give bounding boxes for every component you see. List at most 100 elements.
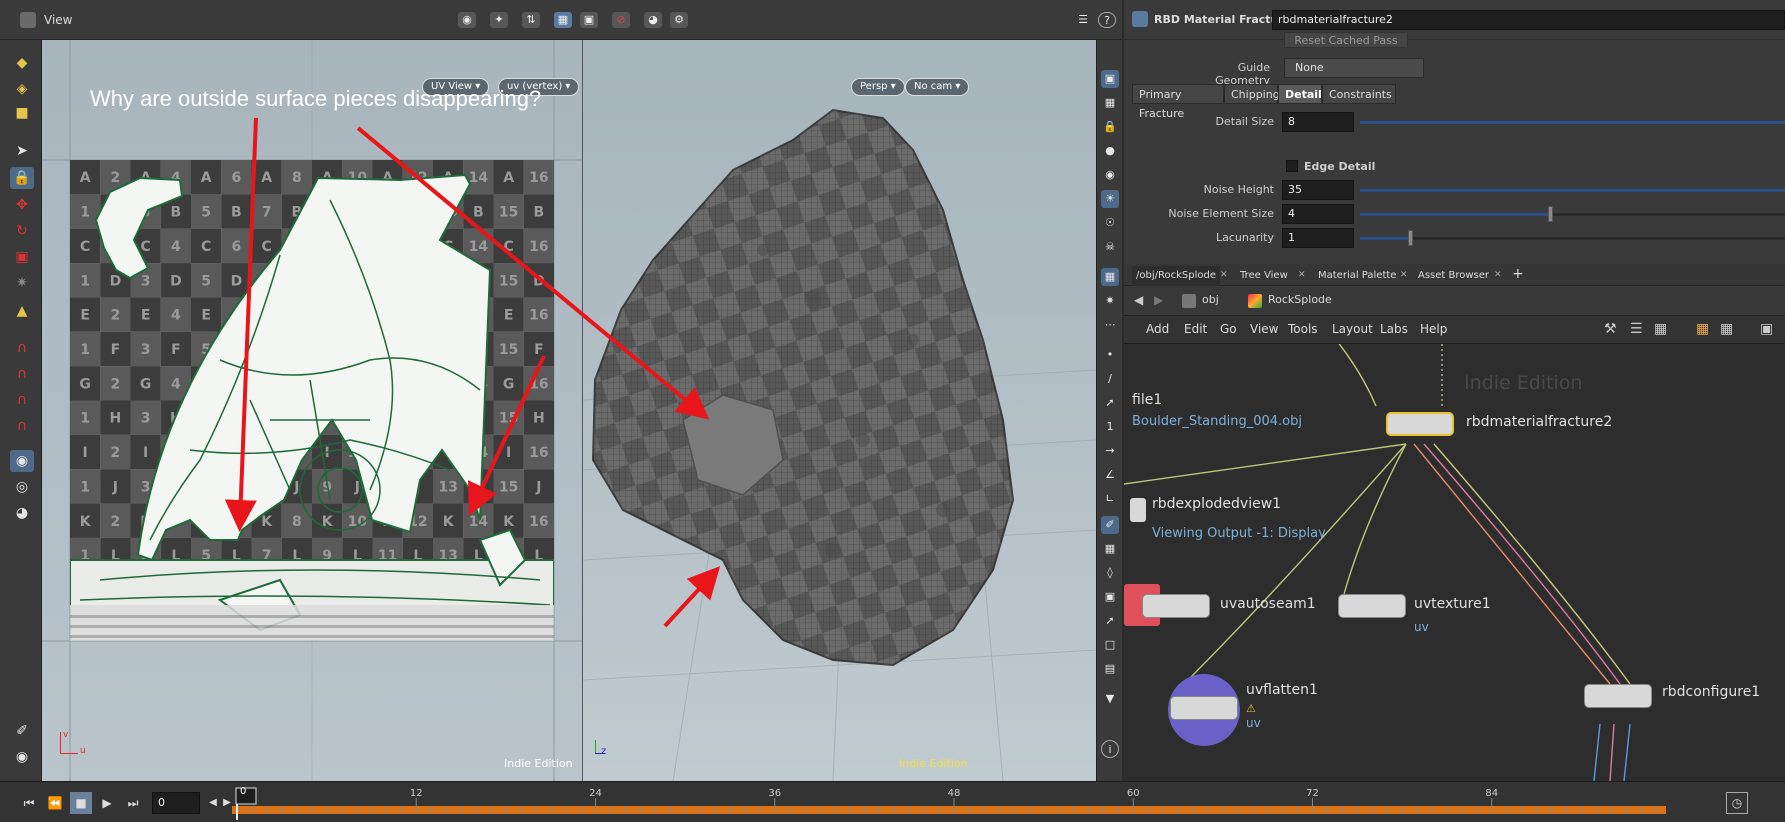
node-uvflatten1[interactable] — [1170, 696, 1238, 720]
node-uvtexture1-label[interactable]: uvtexture1 — [1414, 596, 1491, 612]
skull-icon[interactable]: ☠ — [1101, 238, 1119, 256]
current-frame-field[interactable]: 0 — [152, 792, 200, 814]
tab-primary-fracture[interactable]: Primary Fracture — [1132, 84, 1224, 120]
edge-detail-checkbox[interactable] — [1286, 160, 1298, 172]
menu-view[interactable]: View — [1250, 322, 1278, 336]
checker-icon[interactable]: ▦ — [1101, 540, 1119, 558]
node-rbdexplodedview1-label[interactable]: rbdexplodedview1 — [1152, 496, 1281, 512]
node-rbdconfigure1-label[interactable]: rbdconfigure1 — [1662, 684, 1760, 700]
ghost-icon[interactable]: ● — [1101, 142, 1119, 160]
node-uvtexture1-attr: uv — [1414, 620, 1429, 634]
rocksplode-icon — [1248, 294, 1262, 308]
crop-icon[interactable]: ▣ — [1101, 588, 1119, 606]
timeline-bar: ⏮ ⏪ ■ ▶ ⏭ 0 ◀ ▶ 12 24 36 48 60 72 84 0 ◷ — [0, 781, 1785, 822]
detail-size-label: Detail Size — [1215, 115, 1274, 128]
node-rbdexplodedview1[interactable] — [1130, 498, 1146, 522]
step-back-icon[interactable]: ⏪ — [44, 792, 66, 814]
point-icon[interactable]: • — [1101, 346, 1119, 364]
menu-edit[interactable]: Edit — [1184, 322, 1207, 336]
info-icon[interactable]: i — [1101, 740, 1119, 758]
node-file1-path: Boulder_Standing_004.obj — [1132, 414, 1302, 429]
grid-icon[interactable]: ◊ — [1101, 564, 1119, 582]
corner-icon[interactable]: ∟ — [1101, 490, 1119, 508]
node-rbdmaterialfracture2[interactable] — [1386, 412, 1454, 436]
timeline-ruler[interactable]: 12 24 36 48 60 72 84 — [232, 786, 1666, 820]
stop-icon[interactable]: ■ — [70, 792, 92, 814]
color-palette-icon[interactable]: ▦ — [1696, 321, 1709, 337]
grid-view-icon[interactable]: ▦ — [1720, 321, 1733, 337]
numbers-icon[interactable]: 1 — [1101, 418, 1119, 436]
realtime-toggle-icon[interactable]: ◷ — [1726, 792, 1748, 814]
node-rbdconfigure1[interactable] — [1584, 684, 1652, 708]
lock-view-icon[interactable]: 🔒 — [1101, 118, 1119, 136]
uv-display-icon[interactable]: ✐ — [1101, 516, 1119, 534]
edge-icon[interactable]: ∕ — [1101, 370, 1119, 388]
path-node[interactable]: RockSplode — [1268, 293, 1332, 306]
noise-element-size-field[interactable]: 4 — [1282, 204, 1354, 224]
detail-size-field[interactable]: 8 — [1282, 112, 1354, 132]
lacunarity-handle[interactable] — [1408, 230, 1413, 246]
menu-tools[interactable]: Tools — [1288, 322, 1318, 336]
reset-cached-pass-button[interactable]: Reset Cached Pass — [1284, 32, 1408, 48]
node-file1-label[interactable]: file1 — [1132, 392, 1162, 408]
menu-labs[interactable]: Labs — [1380, 322, 1408, 336]
tab-detail[interactable]: Detail — [1278, 84, 1322, 104]
angle-icon[interactable]: ∠ — [1101, 466, 1119, 484]
tab-asset-browser[interactable]: Asset Browser — [1414, 266, 1493, 286]
lacunarity-field[interactable]: 1 — [1282, 228, 1354, 248]
noise-height-field[interactable]: 35 — [1282, 180, 1354, 200]
lacunarity-slider[interactable] — [1360, 237, 1785, 240]
tab-tree-view[interactable]: Tree View — [1236, 266, 1292, 286]
pose-display-icon[interactable]: ✷ — [1101, 292, 1119, 310]
network-canvas[interactable]: Indie Edition file1 Boulder_Standing_004… — [1124, 344, 1785, 781]
tree-icon[interactable]: ☰ — [1630, 321, 1643, 337]
node-uvautoseam1-label[interactable]: uvautoseam1 — [1220, 596, 1316, 612]
path-obj[interactable]: obj — [1202, 293, 1219, 306]
light-icon[interactable]: ☀ — [1101, 190, 1119, 208]
jump-start-icon[interactable]: ⏮ — [18, 792, 40, 814]
node-rbdmaterialfracture2-label[interactable]: rbdmaterialfracture2 — [1466, 414, 1612, 430]
close-tab-icon[interactable]: ✕ — [1400, 270, 1408, 280]
wrench-icon[interactable]: ⚒ — [1604, 321, 1617, 337]
back-arrow-icon[interactable]: ◀ — [1134, 293, 1143, 307]
noise-element-size-label: Noise Element Size — [1168, 207, 1274, 220]
node-name-field[interactable]: rbdmaterialfracture2 — [1272, 10, 1785, 30]
frame-icon[interactable]: □ — [1101, 636, 1119, 654]
bulb-icon[interactable]: ☉ — [1101, 214, 1119, 232]
noise-height-slider[interactable] — [1360, 189, 1785, 192]
sphere-icon[interactable]: ◉ — [1101, 166, 1119, 184]
particle-icon[interactable]: ⋯ — [1101, 316, 1119, 334]
close-tab-icon[interactable]: ✕ — [1220, 270, 1228, 280]
forward-arrow-icon[interactable]: ▶ — [1154, 293, 1163, 307]
vector-icon[interactable]: ➚ — [1101, 394, 1119, 412]
node-uvflatten1-label[interactable]: uvflatten1 — [1246, 682, 1318, 698]
tab-material-palette[interactable]: Material Palette — [1314, 266, 1400, 286]
node-uvautoseam1[interactable] — [1142, 594, 1210, 618]
jump-end-icon[interactable]: ⏭ — [122, 792, 144, 814]
list-icon[interactable]: ▦ — [1654, 321, 1667, 337]
menu-go[interactable]: Go — [1220, 322, 1237, 336]
tab-chipping[interactable]: Chipping — [1224, 84, 1280, 104]
wireframe-icon[interactable]: ▦ — [1101, 94, 1119, 112]
guide-geometry-select[interactable]: None — [1284, 58, 1424, 78]
menu-add[interactable]: Add — [1146, 322, 1169, 336]
menu-help[interactable]: Help — [1420, 322, 1447, 336]
menu-layout[interactable]: Layout — [1332, 322, 1373, 336]
close-tab-icon[interactable]: ✕ — [1298, 270, 1306, 280]
network-settings-icon[interactable]: ▣ — [1760, 321, 1773, 337]
normal-icon[interactable]: → — [1101, 442, 1119, 460]
image-icon[interactable]: ▤ — [1101, 660, 1119, 678]
close-tab-icon[interactable]: ✕ — [1494, 270, 1502, 280]
display-shaded-icon[interactable]: ▣ — [1101, 70, 1119, 88]
node-type-icon — [1132, 11, 1148, 27]
background-icon[interactable]: ▦ — [1101, 268, 1119, 286]
detail-size-slider[interactable] — [1360, 121, 1785, 124]
play-icon[interactable]: ▶ — [96, 792, 118, 814]
tab-constraints[interactable]: Constraints — [1322, 84, 1396, 104]
add-tab-button[interactable]: + — [1512, 266, 1524, 282]
marker-icon[interactable]: ➚ — [1101, 612, 1119, 630]
noise-element-size-handle[interactable] — [1548, 206, 1553, 222]
node-uvtexture1[interactable] — [1338, 594, 1406, 618]
location-icon[interactable]: ▼ — [1101, 690, 1119, 708]
tab-rocksplode[interactable]: /obj/RockSplode — [1132, 266, 1220, 286]
